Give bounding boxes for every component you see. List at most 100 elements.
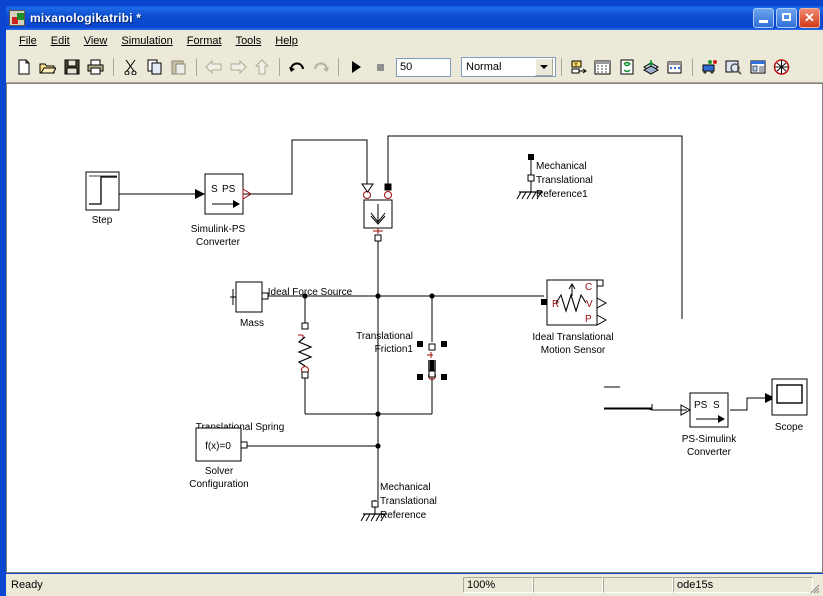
toolbar-separator-3: [279, 58, 280, 76]
close-icon: ✕: [804, 10, 815, 25]
cut-icon[interactable]: [119, 56, 142, 78]
translational-friction1-block[interactable]: [417, 341, 447, 380]
simulation-mode-select[interactable]: Normal: [461, 57, 556, 77]
mass-block[interactable]: [230, 281, 269, 313]
close-button[interactable]: ✕: [799, 8, 820, 28]
motion-sensor-label-line2: Motion Sensor: [541, 345, 606, 356]
model-advisor-icon[interactable]: [698, 56, 721, 78]
forward-icon[interactable]: [226, 56, 249, 78]
menu-item-format[interactable]: Format: [180, 33, 229, 49]
simulation-mode-value: Normal: [466, 61, 502, 73]
window-title: mixanologikatribi *: [30, 11, 142, 25]
paste-icon[interactable]: [167, 56, 190, 78]
copy-icon[interactable]: [143, 56, 166, 78]
solver-configuration-label-line2: Configuration: [189, 479, 248, 490]
wire-force-source-to-sensor-c: [387, 135, 683, 319]
model-canvas[interactable]: Step S PS Simulink-PS Converter Ideal Fo…: [6, 83, 823, 573]
mass-block-label: Mass: [240, 318, 264, 329]
wire-ps-simulink-to-scope: [730, 397, 765, 411]
ps-simulink-converter-label-line1: PS-Simulink: [682, 434, 737, 445]
toolbar-separator-1: [113, 58, 114, 76]
ideal-force-source-block[interactable]: [361, 183, 393, 242]
translational-friction1-label-line2: Friction1: [375, 344, 414, 355]
scope-block[interactable]: [771, 378, 808, 416]
menu-item-file[interactable]: File: [12, 33, 44, 49]
block-parameters-icon[interactable]: [722, 56, 745, 78]
toolbar-separator-6: [692, 58, 693, 76]
menu-item-help-label: Help: [275, 35, 298, 47]
up-level-icon[interactable]: [250, 56, 273, 78]
stop-simulation-icon[interactable]: [368, 56, 391, 78]
scope-block-label: Scope: [775, 422, 804, 433]
menu-item-help[interactable]: Help: [268, 33, 305, 49]
sensor-port-c-label: C: [585, 282, 592, 293]
status-field-b: [603, 577, 673, 593]
wire-converter-to-force-source: [243, 139, 368, 195]
reference1-label-line3: Reference1: [536, 189, 588, 200]
converter-symbol-left: S: [211, 184, 218, 195]
ps-converter-symbol-right: S: [713, 400, 720, 411]
window-controls: ✕: [753, 8, 820, 28]
wire-junction: [375, 411, 381, 417]
chevron-down-icon: [535, 58, 553, 76]
step-block-label: Step: [92, 215, 113, 226]
stop-time-icon[interactable]: [770, 56, 793, 78]
debug-icon[interactable]: [663, 56, 686, 78]
ps-simulink-converter-label-line2: Converter: [687, 447, 732, 458]
toggle-model-browser-icon[interactable]: [746, 56, 769, 78]
wire-junction: [375, 293, 381, 299]
menu-item-edit[interactable]: Edit: [44, 33, 77, 49]
model-explorer-icon[interactable]: [615, 56, 638, 78]
menu-item-file-label: File: [19, 35, 37, 47]
sensor-port-r-label: R: [552, 299, 559, 310]
wire-junction: [429, 293, 435, 299]
menu-item-tools[interactable]: Tools: [229, 33, 269, 49]
ps-converter-symbol-left: PS: [694, 400, 708, 411]
toolbar: Normal Y: [6, 52, 823, 83]
menu-item-simulation[interactable]: Simulation: [114, 33, 179, 49]
converter-symbol-right: PS: [222, 184, 236, 195]
menu-item-tools-label: Tools: [235, 35, 262, 47]
build-model-icon[interactable]: [639, 56, 662, 78]
wire-junction: [302, 293, 308, 299]
open-model-icon[interactable]: [36, 56, 59, 78]
wire-junction: [375, 443, 381, 449]
step-block[interactable]: [85, 171, 120, 211]
simulink-ps-converter-label-line1: Simulink-PS: [191, 224, 246, 235]
selection-handle: [441, 374, 447, 380]
simulation-stop-time-input[interactable]: [396, 57, 451, 77]
menu-item-simulation-label: Simulation: [121, 35, 173, 47]
ideal-translational-motion-sensor-block[interactable]: R V C P: [541, 279, 608, 326]
solver-configuration-label-line1: Solver: [205, 466, 234, 477]
solver-configuration-block[interactable]: f(x)=0: [195, 427, 248, 462]
reference1-label-line2: Translational: [536, 175, 593, 186]
svg-text:Y: Y: [574, 63, 578, 69]
library-browser-icon[interactable]: [591, 56, 614, 78]
ps-simulink-converter-block[interactable]: PS S: [680, 392, 729, 428]
menu-item-edit-label: Edit: [50, 35, 70, 47]
menu-item-view[interactable]: View: [77, 33, 115, 49]
print-icon[interactable]: [84, 56, 107, 78]
save-icon[interactable]: [60, 56, 83, 78]
new-model-icon[interactable]: [12, 56, 35, 78]
resize-grip[interactable]: [808, 582, 820, 594]
minimize-button[interactable]: [753, 8, 774, 28]
start-simulation-icon[interactable]: [344, 56, 367, 78]
redo-icon[interactable]: [309, 56, 332, 78]
translational-spring-block[interactable]: [297, 322, 313, 379]
toolbar-separator-4: [338, 58, 339, 76]
toolbar-separator-2: [196, 58, 197, 76]
reference-label-line2: Translational: [380, 496, 437, 507]
maximize-button[interactable]: [776, 8, 797, 28]
reference-label-line3: Reference: [380, 510, 427, 521]
update-diagram-icon[interactable]: Y: [567, 56, 590, 78]
selection-handle: [417, 374, 423, 380]
toolbar-separator-5: [561, 58, 562, 76]
sensor-port-p-label: P: [585, 314, 592, 325]
menu-item-view-label: View: [83, 35, 108, 47]
back-icon[interactable]: [202, 56, 225, 78]
selection-handle: [417, 341, 423, 347]
reference1-label-line1: Mechanical: [536, 161, 587, 172]
undo-icon[interactable]: [285, 56, 308, 78]
sensor-port-v-label: V: [586, 299, 593, 310]
